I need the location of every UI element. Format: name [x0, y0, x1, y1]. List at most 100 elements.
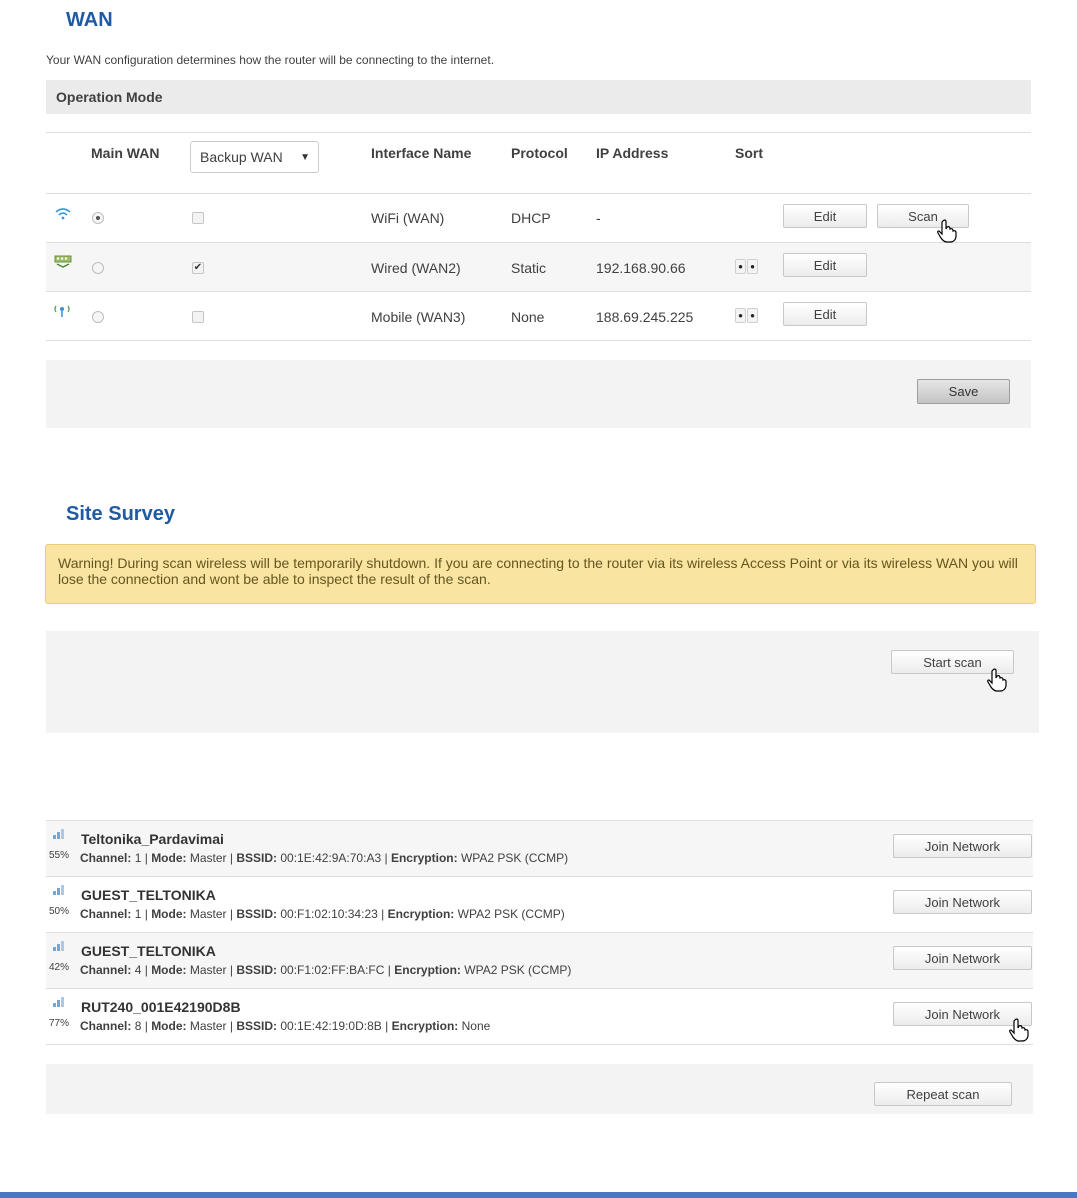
separator: |	[229, 1019, 234, 1033]
backup-wan-select[interactable]: Backup WAN ▼	[190, 141, 319, 173]
edit-button-wifi[interactable]: Edit	[783, 204, 867, 228]
col-ip-address: IP Address	[596, 145, 669, 161]
col-sort: Sort	[735, 145, 763, 161]
mode-value: Master	[189, 851, 227, 865]
sort-down-button[interactable]: ●	[747, 308, 758, 323]
bssid-value: 00:1E:42:9A:70:A3	[280, 851, 382, 865]
ip-address: 188.69.245.225	[596, 309, 694, 325]
row-divider	[46, 1044, 1033, 1045]
main-wan-radio-wifi[interactable]	[92, 212, 104, 224]
footer-accent-bar	[0, 1192, 1077, 1198]
interface-name: WiFi (WAN)	[371, 210, 445, 226]
chevron-down-icon: ▼	[300, 151, 310, 163]
encryption-label: Encryption:	[387, 907, 455, 921]
network-ssid: Teltonika_Pardavimai	[81, 831, 224, 847]
bssid-value: 00:F1:02:FF:BA:FC	[280, 963, 385, 977]
bssid-label: BSSID:	[236, 851, 278, 865]
network-row: 77% RUT240_001E42190D8B Channel: 8 | Mod…	[46, 989, 1033, 1044]
bssid-value: 00:F1:02:10:34:23	[280, 907, 378, 921]
mode-value: Master	[189, 1019, 227, 1033]
separator: |	[144, 1019, 148, 1033]
network-details: Channel: 8 | Mode: Master | BSSID: 00:1E…	[80, 1019, 490, 1033]
channel-value: 1	[134, 851, 142, 865]
separator: |	[229, 851, 234, 865]
signal-strength-icon	[53, 829, 64, 839]
col-main-wan: Main WAN	[91, 145, 160, 161]
repeat-scan-button[interactable]: Repeat scan	[874, 1082, 1012, 1106]
mode-value: Master	[189, 963, 227, 977]
separator: |	[384, 851, 388, 865]
signal-strength-icon	[53, 941, 64, 951]
encryption-value: WPA2 PSK (CCMP)	[457, 907, 565, 921]
separator: |	[144, 963, 148, 977]
backup-wan-checkbox-mobile[interactable]	[192, 311, 204, 323]
site-survey-title: Site Survey	[66, 503, 175, 525]
bssid-label: BSSID:	[236, 1019, 278, 1033]
channel-value: 4	[134, 963, 142, 977]
encryption-label: Encryption:	[391, 1019, 459, 1033]
network-row: 55% Teltonika_Pardavimai Channel: 1 | Mo…	[46, 821, 1033, 876]
protocol: Static	[511, 260, 547, 276]
network-ssid: GUEST_TELTONIKA	[81, 887, 216, 903]
backup-wan-checkbox-wired[interactable]: ✔	[192, 262, 204, 274]
channel-value: 1	[134, 907, 142, 921]
start-scan-button[interactable]: Start scan	[891, 650, 1014, 674]
operation-mode-header: Operation Mode	[46, 80, 1031, 114]
signal-strength-icon	[53, 885, 64, 895]
network-details: Channel: 4 | Mode: Master | BSSID: 00:F1…	[80, 963, 571, 977]
wan-save-area: Save	[46, 360, 1031, 428]
interface-name: Mobile (WAN3)	[371, 309, 466, 325]
mode-label: Mode:	[151, 851, 187, 865]
sort-up-button[interactable]: ●	[735, 259, 746, 274]
encryption-value: WPA2 PSK (CCMP)	[460, 851, 569, 865]
bssid-label: BSSID:	[236, 963, 278, 977]
start-scan-area: Start scan	[46, 631, 1039, 733]
signal-percent: 77%	[49, 1018, 70, 1029]
wifi-icon	[55, 208, 71, 220]
separator: |	[229, 963, 234, 977]
sort-up-button[interactable]: ●	[735, 308, 746, 323]
sort-down-button[interactable]: ●	[747, 259, 758, 274]
join-network-button[interactable]: Join Network	[893, 890, 1032, 914]
join-network-button[interactable]: Join Network	[893, 1002, 1032, 1026]
channel-value: 8	[134, 1019, 142, 1033]
protocol: None	[511, 309, 545, 325]
encryption-label: Encryption:	[390, 851, 458, 865]
signal-percent: 50%	[49, 906, 70, 917]
signal-strength-icon	[53, 997, 64, 1007]
mode-label: Mode:	[151, 907, 187, 921]
table-row: ✔ Wired (WAN2) Static 192.168.90.66 ● ● …	[46, 243, 1031, 291]
encryption-label: Encryption:	[394, 963, 461, 977]
edit-button-wired[interactable]: Edit	[783, 253, 867, 277]
scan-button[interactable]: Scan	[877, 204, 969, 228]
ethernet-icon	[54, 255, 72, 268]
edit-button-mobile[interactable]: Edit	[783, 302, 867, 326]
main-wan-radio-mobile[interactable]	[92, 311, 104, 323]
repeat-scan-area: Repeat scan	[46, 1064, 1033, 1114]
separator: |	[385, 1019, 389, 1033]
main-wan-radio-wired[interactable]	[92, 262, 104, 274]
network-ssid: GUEST_TELTONIKA	[81, 943, 216, 959]
join-network-button[interactable]: Join Network	[893, 946, 1032, 970]
ip-address: 192.168.90.66	[596, 260, 686, 276]
backup-wan-checkbox-wifi[interactable]	[192, 212, 204, 224]
network-row: 50% GUEST_TELTONIKA Channel: 1 | Mode: M…	[46, 877, 1033, 932]
table-top-border	[46, 132, 1031, 133]
separator: |	[387, 963, 391, 977]
network-details: Channel: 1 | Mode: Master | BSSID: 00:F1…	[80, 907, 565, 921]
separator: |	[144, 851, 148, 865]
interface-name: Wired (WAN2)	[371, 260, 461, 276]
mode-label: Mode:	[151, 1019, 187, 1033]
mode-label: Mode:	[151, 963, 187, 977]
row-divider	[46, 340, 1031, 341]
join-network-button[interactable]: Join Network	[893, 834, 1032, 858]
operation-mode-label: Operation Mode	[56, 89, 163, 105]
protocol: DHCP	[511, 210, 551, 226]
scan-warning: Warning! During scan wireless will be te…	[45, 544, 1036, 604]
separator: |	[381, 907, 385, 921]
table-row: Mobile (WAN3) None 188.69.245.225 ● ● Ed…	[46, 292, 1031, 340]
channel-label: Channel:	[80, 907, 132, 921]
save-button[interactable]: Save	[917, 379, 1010, 404]
channel-label: Channel:	[80, 1019, 132, 1033]
network-row: 42% GUEST_TELTONIKA Channel: 4 | Mode: M…	[46, 933, 1033, 988]
